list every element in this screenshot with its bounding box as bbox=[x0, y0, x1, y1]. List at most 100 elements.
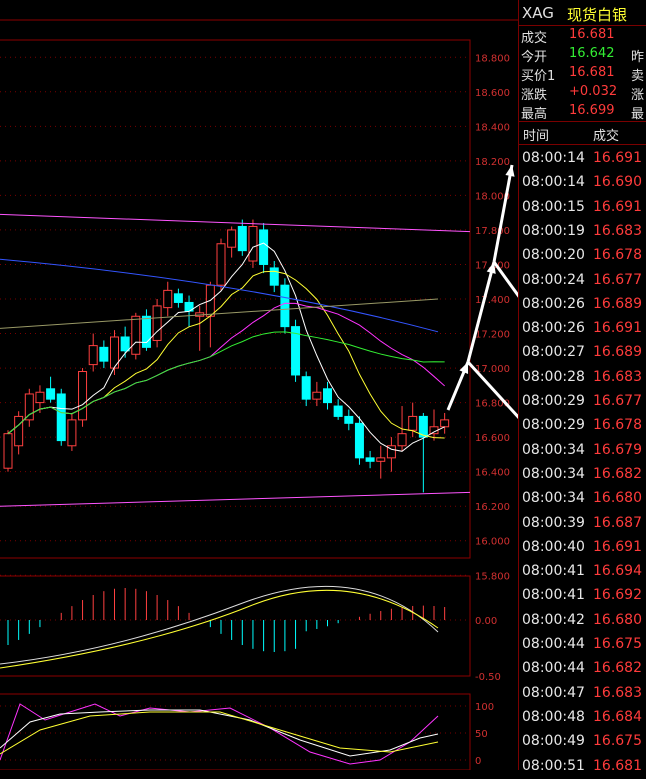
tick-row[interactable]: 08:00:40 16.691 bbox=[519, 536, 646, 560]
tick-row[interactable]: 08:00:41 16.694 bbox=[519, 560, 646, 584]
osc-panel-frame bbox=[0, 693, 471, 770]
tick-time: 08:00:34 bbox=[522, 490, 585, 507]
quote-label: 今开 bbox=[521, 50, 548, 65]
quote-value: 16.681 bbox=[569, 27, 615, 42]
macd-tick-label: -0.50 bbox=[475, 672, 501, 683]
tick-price: 16.680 bbox=[593, 611, 642, 628]
tick-row[interactable]: 08:00:19 16.683 bbox=[519, 220, 646, 244]
candle-body bbox=[440, 419, 450, 428]
tick-time: 08:00:24 bbox=[522, 271, 585, 288]
candle-body bbox=[248, 225, 258, 262]
kline-chart-panel[interactable]: 18.80018.60018.40018.20018.00017.80017.6… bbox=[0, 0, 518, 770]
ticks-price-header: 成交 bbox=[593, 129, 620, 144]
candle-body bbox=[78, 371, 88, 421]
candle-body bbox=[312, 391, 322, 400]
tick-row[interactable]: 08:00:14 16.691 bbox=[519, 147, 646, 171]
tick-price: 16.691 bbox=[593, 150, 642, 166]
tick-price: 16.679 bbox=[593, 441, 642, 458]
tick-price: 16.687 bbox=[593, 514, 642, 531]
tick-price: 16.681 bbox=[593, 757, 642, 774]
tick-time: 08:00:44 bbox=[522, 636, 585, 652]
tick-time: 08:00:47 bbox=[522, 684, 585, 701]
quote-row-open: 今开 16.642 昨 bbox=[519, 45, 646, 65]
tick-time: 08:00:42 bbox=[522, 611, 585, 628]
ma20-line bbox=[7, 302, 445, 435]
ma40-line bbox=[7, 331, 445, 435]
candle-body bbox=[333, 405, 343, 417]
tick-price: 16.678 bbox=[593, 417, 642, 434]
quote-label: 最高 bbox=[521, 107, 548, 122]
tick-row[interactable]: 08:00:29 16.678 bbox=[519, 414, 646, 438]
tick-row[interactable]: 08:00:27 16.689 bbox=[519, 341, 646, 365]
tick-row[interactable]: 08:00:26 16.689 bbox=[519, 293, 646, 317]
quote-row-bid: 买价1 16.681 卖 bbox=[519, 64, 646, 84]
candle-body bbox=[216, 243, 226, 286]
tick-price: 16.683 bbox=[593, 368, 642, 385]
quote-label: 买价1 bbox=[521, 69, 556, 84]
quote-row-last: 成交 16.681 bbox=[519, 26, 646, 46]
tick-row[interactable]: 08:00:26 16.691 bbox=[519, 317, 646, 341]
tick-price: 16.682 bbox=[593, 465, 642, 482]
price-tick-label: 16.400 bbox=[475, 468, 510, 479]
osc-k-line bbox=[0, 703, 439, 765]
tick-row[interactable]: 08:00:34 16.679 bbox=[519, 439, 646, 463]
tick-row[interactable]: 08:00:20 16.678 bbox=[519, 244, 646, 268]
tick-row[interactable]: 08:00:48 16.684 bbox=[519, 706, 646, 730]
tick-price: 16.677 bbox=[593, 271, 642, 288]
candle-body bbox=[280, 284, 290, 328]
tick-price: 16.691 bbox=[593, 320, 642, 337]
tick-time: 08:00:14 bbox=[522, 150, 585, 166]
tick-row[interactable]: 08:00:44 16.675 bbox=[519, 633, 646, 657]
tick-time: 08:00:48 bbox=[522, 708, 585, 725]
candle-body bbox=[163, 289, 173, 309]
tick-time: 08:00:41 bbox=[522, 587, 585, 604]
tick-row[interactable]: 08:00:24 16.677 bbox=[519, 269, 646, 293]
quote-value: 16.642 bbox=[569, 46, 615, 61]
tick-row[interactable]: 08:00:34 16.680 bbox=[519, 487, 646, 511]
quote-row-high: 最高 16.699 最 bbox=[519, 102, 646, 122]
tick-price: 16.684 bbox=[593, 708, 642, 725]
candle-body bbox=[259, 229, 269, 265]
tick-price: 16.683 bbox=[593, 222, 642, 239]
tick-time: 08:00:49 bbox=[522, 733, 585, 750]
price-tick-label: 17.400 bbox=[475, 295, 510, 306]
candle-body bbox=[344, 415, 354, 424]
candle-body bbox=[46, 388, 56, 400]
tick-row[interactable]: 08:00:39 16.687 bbox=[519, 512, 646, 536]
tick-row[interactable]: 08:00:42 16.680 bbox=[519, 609, 646, 633]
tick-row[interactable]: 08:00:29 16.677 bbox=[519, 390, 646, 414]
symbol-header[interactable]: XAG 现货白银 bbox=[519, 0, 646, 26]
tick-time: 08:00:51 bbox=[522, 757, 585, 774]
price-tick-label: 16.000 bbox=[475, 537, 510, 548]
tick-row[interactable]: 08:00:51 16.681 bbox=[519, 755, 646, 779]
tick-price: 16.691 bbox=[593, 538, 642, 555]
tick-row[interactable]: 08:00:44 16.682 bbox=[519, 657, 646, 681]
tick-row[interactable]: 08:00:15 16.691 bbox=[519, 196, 646, 220]
ticks-header: 时间 成交 bbox=[519, 121, 646, 145]
annotation-arrow bbox=[466, 360, 518, 419]
tick-time: 08:00:40 bbox=[522, 538, 585, 555]
quote-right-label: 最 bbox=[631, 107, 645, 122]
candle-body bbox=[323, 388, 332, 404]
tick-time: 08:00:34 bbox=[522, 441, 585, 458]
candle-body bbox=[301, 376, 311, 400]
tick-price: 16.694 bbox=[593, 563, 642, 580]
annotation-arrow bbox=[466, 261, 496, 363]
tick-row[interactable]: 08:00:28 16.683 bbox=[519, 366, 646, 390]
tick-time: 08:00:19 bbox=[522, 222, 585, 239]
candle-body bbox=[269, 267, 279, 286]
tick-row[interactable]: 08:00:41 16.692 bbox=[519, 584, 646, 608]
tick-row[interactable]: 08:00:47 16.683 bbox=[519, 682, 646, 706]
candle-body bbox=[354, 422, 364, 459]
tick-row[interactable]: 08:00:49 16.675 bbox=[519, 730, 646, 754]
tick-price: 16.689 bbox=[593, 295, 642, 312]
kline-chart[interactable]: 18.80018.60018.40018.20018.00017.80017.6… bbox=[0, 0, 518, 770]
osc-tick-label: 100 bbox=[475, 702, 494, 713]
tick-row[interactable]: 08:00:34 16.682 bbox=[519, 463, 646, 487]
quote-right-label: 涨 bbox=[631, 88, 645, 103]
tick-time: 08:00:39 bbox=[522, 514, 585, 531]
price-tick-label: 15.800 bbox=[475, 571, 510, 582]
tick-row[interactable]: 08:00:14 16.690 bbox=[519, 171, 646, 195]
candle-body bbox=[152, 305, 162, 341]
tick-time: 08:00:34 bbox=[522, 465, 585, 482]
